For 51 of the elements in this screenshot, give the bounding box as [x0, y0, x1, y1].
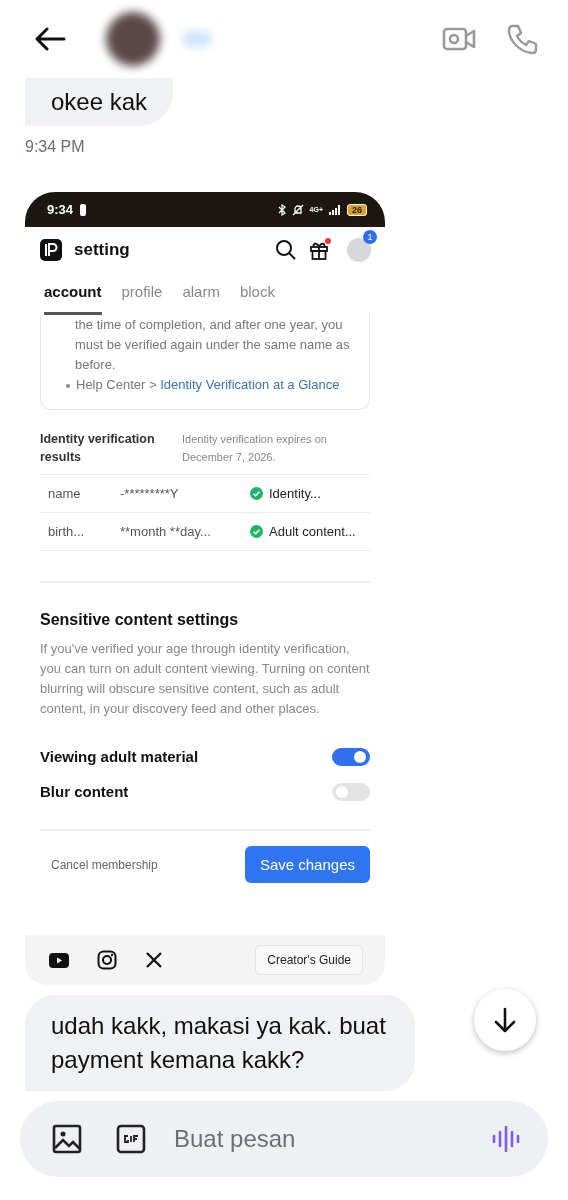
field-value: -*********Y: [120, 486, 180, 501]
battery-level: 26: [347, 203, 367, 216]
status-text: Identity...: [269, 486, 321, 501]
save-button[interactable]: Save changes: [244, 846, 370, 883]
setting-label: Blur content: [40, 783, 129, 800]
toggle-switch[interactable]: [332, 747, 370, 766]
guide-button[interactable]: Creator's Guide: [255, 945, 363, 975]
tab[interactable]: block: [239, 282, 275, 315]
phone-icon[interactable]: [506, 23, 538, 55]
notice-text: the time of completion, and after one year, you must be verified again under the same name as before.: [75, 316, 351, 374]
search-icon[interactable]: [275, 238, 297, 261]
status-time: 9:34: [47, 202, 74, 217]
back-arrow-icon[interactable]: [34, 27, 66, 51]
message-bubble: okee kak: [25, 78, 174, 126]
page-title: setting: [74, 239, 131, 260]
gif-icon[interactable]: [116, 1124, 146, 1154]
notification-badge: 1: [363, 229, 377, 244]
expiry-note: Identity verification expires on December 7, 2026.: [182, 432, 328, 465]
setting-label: Viewing adult material: [40, 748, 199, 765]
message-time: 9:34 PM: [25, 138, 86, 156]
video-camera-icon[interactable]: [442, 26, 476, 52]
signal-icon: [329, 204, 341, 215]
app-logo-icon[interactable]: [40, 238, 62, 261]
lock-icon: [79, 203, 88, 216]
muted-bell-icon: [291, 203, 304, 216]
field-value: **month **day...: [120, 524, 212, 539]
avatar[interactable]: [106, 12, 160, 66]
bullet-icon: [65, 382, 71, 389]
message-bubble: udah kakk, makasi ya kak. buat payment kemana kakk?: [25, 995, 415, 1091]
field-label: birth...: [47, 524, 86, 539]
status-text: Adult content...: [269, 524, 356, 539]
help-link[interactable]: Identity Verification at a Glance: [160, 377, 340, 392]
image-icon[interactable]: [52, 1124, 82, 1154]
toggle-switch[interactable]: [332, 782, 370, 801]
x-icon[interactable]: [145, 951, 163, 969]
scroll-down-button[interactable]: [474, 989, 536, 1051]
tab[interactable]: alarm: [182, 282, 220, 315]
section-description: If you've verified your age through identity verification, you can turn on adult content viewing. Turning on content blurring will obscure sensitive content, such as adult content, in your discovery feed and other places.: [40, 640, 370, 718]
camera-icon[interactable]: [97, 950, 117, 970]
play-icon[interactable]: [49, 952, 69, 968]
field-label: name: [47, 486, 82, 501]
cancel-membership-link[interactable]: Cancel membership: [51, 857, 158, 872]
tab[interactable]: account: [44, 282, 102, 315]
section-title: Sensitive content settings: [40, 611, 240, 629]
results-title: Identity verification results: [40, 431, 156, 466]
bluetooth-icon: [277, 203, 286, 216]
blurred-name: [182, 31, 212, 47]
down-arrow-icon: [493, 1007, 517, 1033]
help-path: Help Center >: [76, 377, 158, 392]
voice-wave-icon[interactable]: [492, 1126, 520, 1152]
tab[interactable]: profile: [121, 282, 163, 315]
